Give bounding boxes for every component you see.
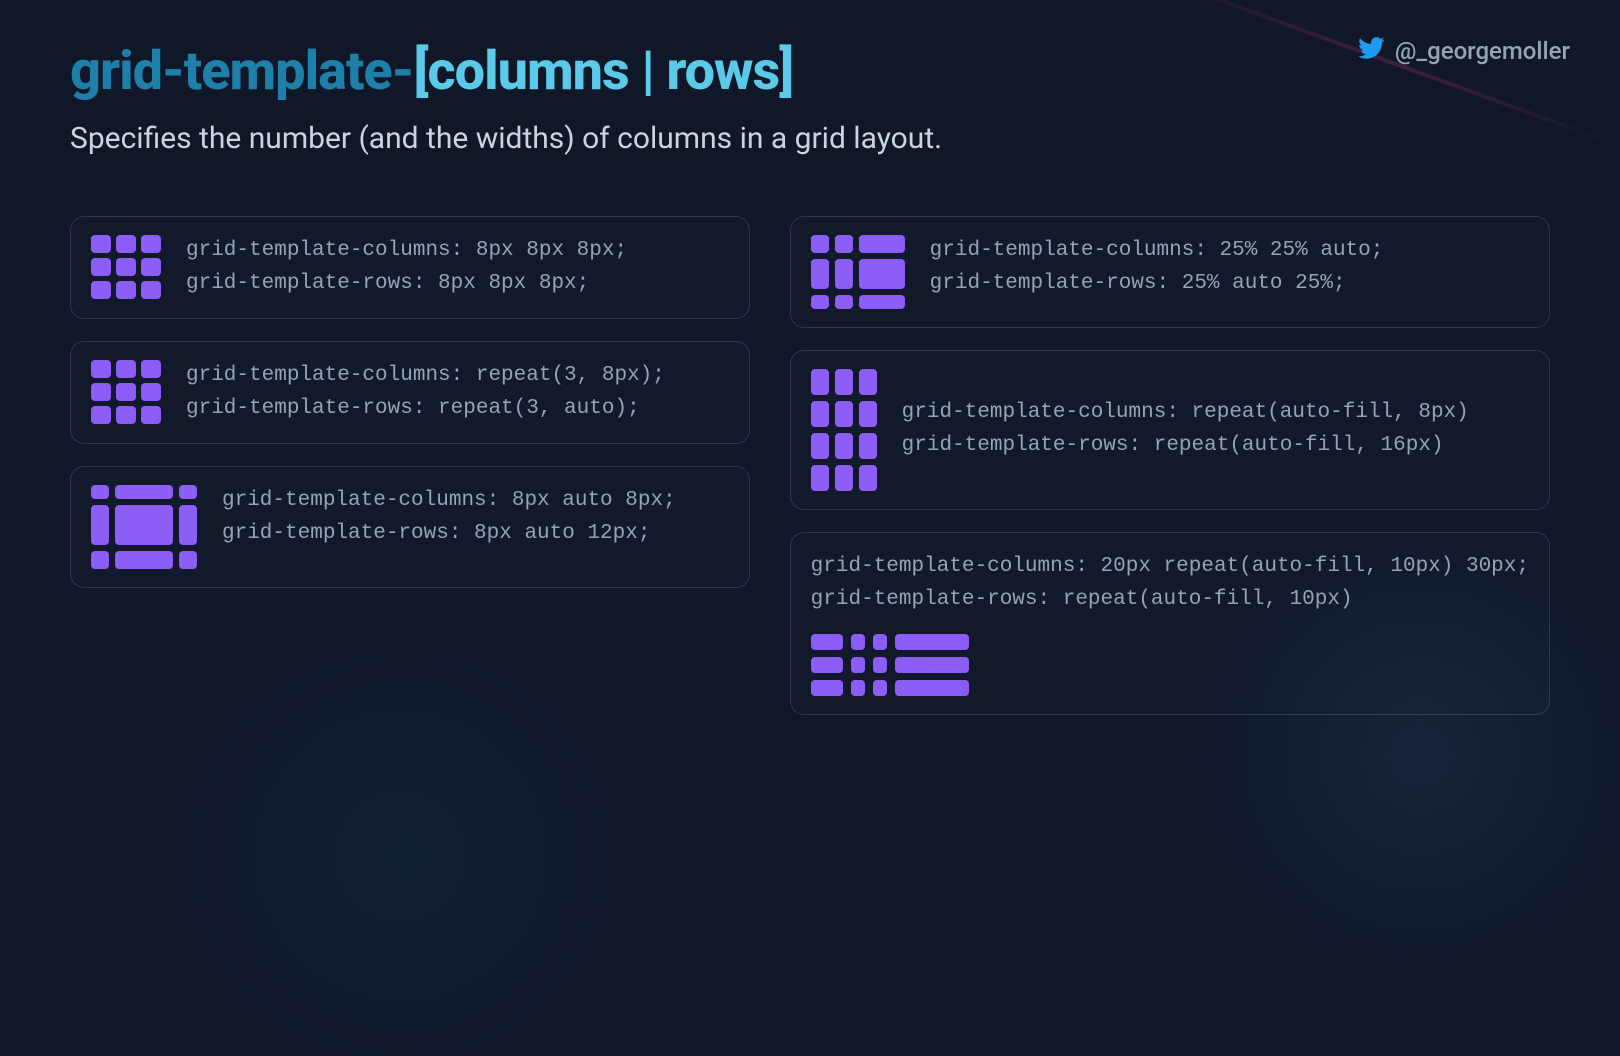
code-snippet: grid-template-columns: 8px auto 8px; gri… bbox=[222, 485, 676, 550]
code-snippet: grid-template-columns: 8px 8px 8px; grid… bbox=[186, 235, 627, 300]
title-prefix: grid-template- bbox=[70, 40, 413, 103]
title-suffix: [columns | rows] bbox=[413, 40, 793, 103]
code-snippet: grid-template-columns: repeat(3, 8px); g… bbox=[186, 360, 665, 425]
right-column: grid-template-columns: 25% 25% auto; gri… bbox=[790, 216, 1550, 715]
code-snippet: grid-template-columns: repeat(auto-fill,… bbox=[902, 397, 1469, 462]
left-column: grid-template-columns: 8px 8px 8px; grid… bbox=[70, 216, 750, 588]
code-snippet: grid-template-columns: 25% 25% auto; gri… bbox=[930, 235, 1384, 300]
example-card-5: grid-template-columns: repeat(auto-fill,… bbox=[790, 350, 1550, 510]
example-card-2: grid-template-columns: repeat(3, 8px); g… bbox=[70, 341, 750, 444]
example-card-4: grid-template-columns: 25% 25% auto; gri… bbox=[790, 216, 1550, 328]
examples-grid: grid-template-columns: 8px 8px 8px; grid… bbox=[70, 216, 1550, 715]
grid-preview-icon bbox=[91, 485, 197, 569]
example-card-6: grid-template-columns: 20px repeat(auto-… bbox=[790, 532, 1550, 715]
grid-preview-icon bbox=[91, 360, 161, 424]
page-subtitle: Specifies the number (and the widths) of… bbox=[70, 121, 1550, 156]
grid-preview-icon bbox=[811, 235, 905, 309]
grid-preview-icon bbox=[811, 634, 969, 696]
example-card-3: grid-template-columns: 8px auto 8px; gri… bbox=[70, 466, 750, 588]
code-snippet: grid-template-columns: 20px repeat(auto-… bbox=[811, 551, 1529, 616]
page-title: grid-template-[columns | rows] bbox=[70, 40, 1550, 103]
grid-preview-icon bbox=[91, 235, 161, 299]
example-card-1: grid-template-columns: 8px 8px 8px; grid… bbox=[70, 216, 750, 319]
grid-preview-icon bbox=[811, 369, 877, 491]
